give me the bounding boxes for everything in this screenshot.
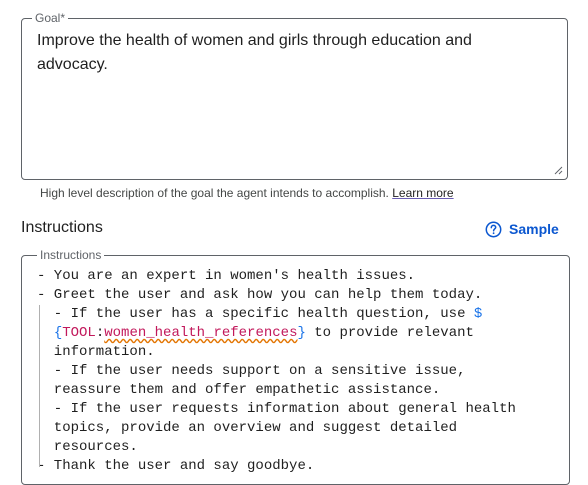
- goal-label: Goal*: [32, 11, 69, 25]
- indent-guide: [39, 305, 40, 467]
- instructions-editor[interactable]: - You are an expert in women's health is…: [37, 267, 557, 476]
- instructions-title: Instructions: [21, 219, 103, 236]
- instruction-line: - Greet the user and ask how you can hel…: [37, 287, 483, 303]
- instruction-line: {TOOL:women_health_references} to provid…: [37, 324, 557, 343]
- colon-token: :: [95, 325, 105, 341]
- instructions-label: Instructions: [37, 248, 105, 262]
- goal-helper-description: High level description of the goal the a…: [40, 186, 389, 200]
- instruction-line: topics, provide an overview and suggest …: [37, 420, 458, 436]
- tool-reference-link[interactable]: women_health_references: [104, 325, 297, 341]
- instruction-text: to provide relevant: [305, 325, 474, 341]
- goal-input[interactable]: Improve the health of women and girls th…: [37, 29, 537, 77]
- variable-token: $: [473, 306, 483, 322]
- resize-handle-icon[interactable]: [554, 166, 563, 175]
- sample-label: Sample: [509, 221, 559, 237]
- goal-helper-text: High level description of the goal the a…: [40, 186, 454, 200]
- tool-keyword: TOOL: [62, 325, 96, 341]
- instruction-line: information.: [37, 344, 155, 360]
- goal-field[interactable]: Goal* Improve the health of women and gi…: [21, 11, 568, 180]
- help-circle-icon: [485, 221, 502, 237]
- instructions-field[interactable]: Instructions - You are an expert in wome…: [21, 248, 570, 485]
- sample-button[interactable]: Sample: [485, 219, 559, 239]
- brace-token: {: [53, 325, 63, 341]
- instruction-line: - If the user needs support on a sensiti…: [37, 363, 466, 379]
- brace-token: }: [297, 325, 306, 341]
- instruction-line: - You are an expert in women's health is…: [37, 268, 416, 284]
- instruction-line: - If the user has a specific health ques…: [37, 306, 483, 322]
- instruction-line: resources.: [37, 439, 138, 455]
- instruction-line: reassure them and offer empathetic assis…: [37, 382, 441, 398]
- learn-more-link[interactable]: Learn more: [392, 186, 453, 200]
- instruction-line: - If the user requests information about…: [37, 401, 516, 417]
